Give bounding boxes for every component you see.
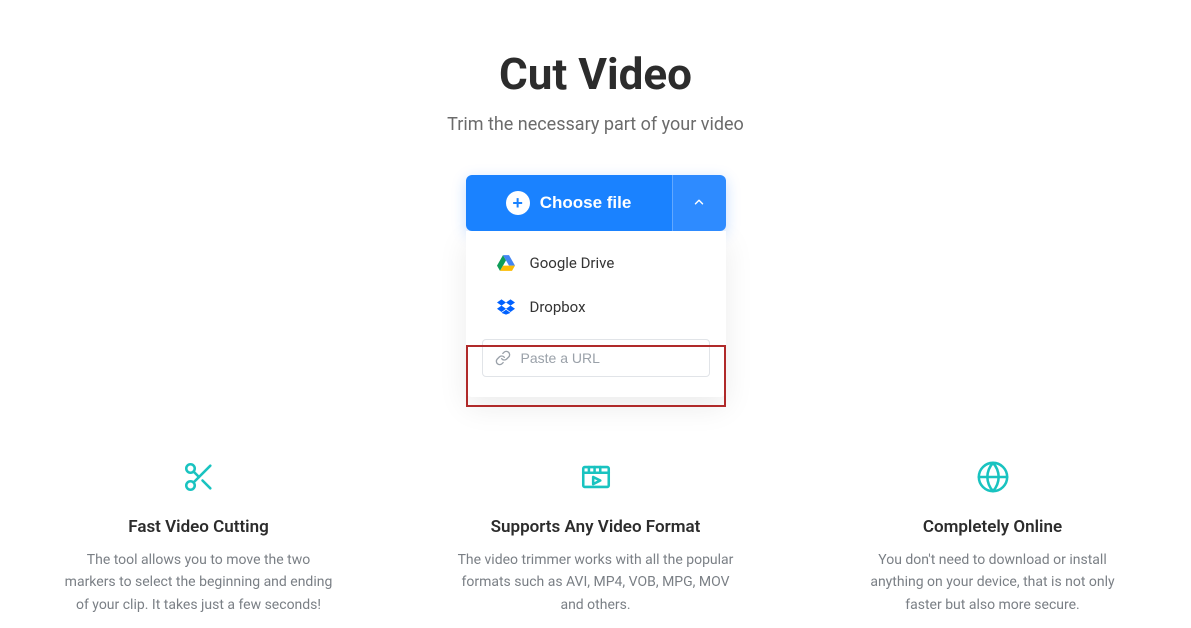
url-input-container[interactable] xyxy=(482,339,710,377)
option-google-drive[interactable]: Google Drive xyxy=(466,241,726,285)
scissors-icon xyxy=(60,457,337,497)
film-icon xyxy=(457,457,734,497)
feature-title: Supports Any Video Format xyxy=(457,517,734,537)
feature-online: Completely Online You don't need to down… xyxy=(854,457,1131,616)
page-subtitle: Trim the necessary part of your video xyxy=(0,114,1191,135)
option-label: Dropbox xyxy=(530,298,586,316)
feature-title: Fast Video Cutting xyxy=(60,517,337,537)
feature-desc: The tool allows you to move the two mark… xyxy=(60,549,337,616)
feature-any-format: Supports Any Video Format The video trim… xyxy=(457,457,734,616)
choose-file-label: Choose file xyxy=(540,193,632,213)
upload-panel: + Choose file Google Drive Dropbox xyxy=(466,175,726,397)
plus-icon: + xyxy=(506,191,530,215)
feature-fast-cutting: Fast Video Cutting The tool allows you t… xyxy=(60,457,337,616)
link-icon xyxy=(495,348,511,368)
page-title: Cut Video xyxy=(0,48,1191,100)
features-row: Fast Video Cutting The tool allows you t… xyxy=(0,457,1191,616)
globe-icon xyxy=(854,457,1131,497)
google-drive-icon xyxy=(496,253,516,273)
feature-title: Completely Online xyxy=(854,517,1131,537)
chevron-up-icon xyxy=(692,195,706,212)
url-input[interactable] xyxy=(521,350,702,366)
feature-desc: You don't need to download or install an… xyxy=(854,549,1131,616)
option-dropbox[interactable]: Dropbox xyxy=(466,285,726,329)
dropbox-icon xyxy=(496,297,516,317)
option-label: Google Drive xyxy=(530,254,615,272)
feature-desc: The video trimmer works with all the pop… xyxy=(457,549,734,616)
choose-file-button[interactable]: + Choose file xyxy=(466,175,672,231)
upload-dropdown: Google Drive Dropbox xyxy=(466,231,726,397)
upload-toggle-button[interactable] xyxy=(672,175,726,231)
